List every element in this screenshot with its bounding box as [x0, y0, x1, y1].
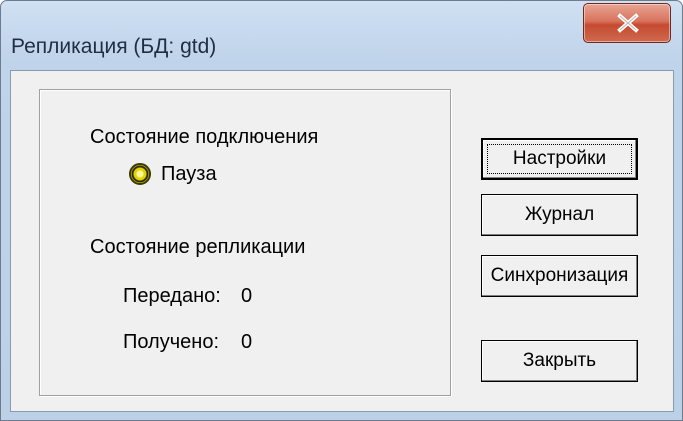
close-window-button[interactable] [583, 3, 671, 43]
close-button[interactable]: Закрыть [481, 340, 638, 382]
close-button-label: Закрыть [522, 350, 597, 371]
sync-button[interactable]: Синхронизация [481, 255, 638, 297]
connection-status-text: Пауза [161, 163, 217, 185]
replication-state-heading: Состояние репликации [90, 236, 306, 258]
received-value: 0 [241, 331, 253, 353]
replication-dialog: Репликация (БД: gtd) Состояние подключен… [0, 0, 683, 421]
title-bar[interactable]: Репликация (БД: gtd) [1, 1, 682, 69]
settings-button-label: Настройки [512, 148, 607, 169]
sync-button-label: Синхронизация [490, 265, 629, 286]
sent-label: Передано: [123, 285, 221, 307]
close-icon [617, 13, 639, 33]
received-label: Получено: [123, 331, 219, 353]
journal-button[interactable]: Журнал [481, 194, 638, 236]
sent-value: 0 [241, 285, 253, 307]
window-title: Репликация (БД: gtd) [11, 35, 217, 58]
status-indicator-icon [129, 163, 151, 185]
settings-button[interactable]: Настройки [481, 138, 638, 180]
journal-button-label: Журнал [524, 204, 595, 225]
connection-state-heading: Состояние подключения [90, 126, 319, 148]
